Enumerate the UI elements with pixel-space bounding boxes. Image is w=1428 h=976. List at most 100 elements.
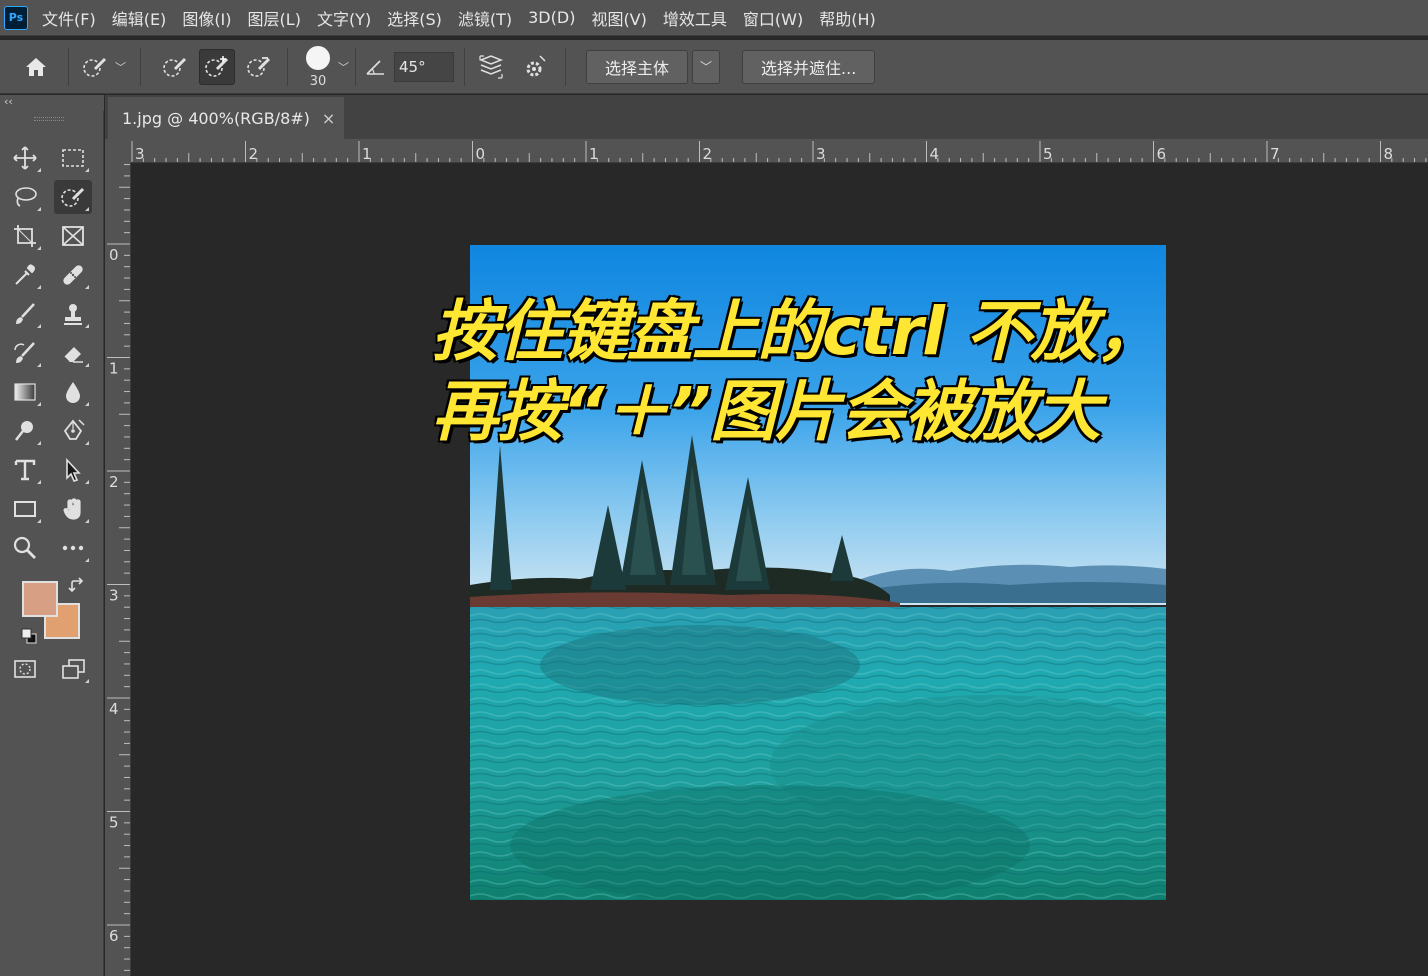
overlay-caption: 按住键盘上的ctrl 不放， 再按“＋”图片会被放大 (431, 292, 1202, 452)
separator (287, 47, 288, 86)
select-subject-dropdown[interactable]: ﹀ (692, 49, 721, 84)
vertical-ruler-ticks: 0 1 2 3 4 5 6 (107, 164, 130, 971)
marquee-tool[interactable] (54, 141, 92, 175)
document-tab[interactable]: 1.jpg @ 400%(RGB/8#) × (108, 97, 344, 139)
rectangle-tool[interactable] (6, 492, 44, 526)
home-icon (26, 57, 46, 76)
separator (565, 47, 566, 86)
crop-tool[interactable] (6, 219, 44, 253)
separator (68, 47, 69, 86)
hand-tool[interactable] (54, 492, 92, 526)
menu-edit[interactable]: 编辑(E) (112, 6, 167, 30)
horizontal-ruler[interactable]: 321012345678 (105, 139, 1428, 163)
sample-all-layers-button[interactable] (473, 49, 509, 85)
history-brush-tool[interactable] (6, 336, 44, 370)
ruler-label: 1 (109, 360, 119, 378)
screen-mode[interactable] (54, 652, 92, 686)
more-tools[interactable] (54, 531, 92, 565)
foreground-color-swatch[interactable] (22, 581, 58, 617)
clone-stamp-tool[interactable] (54, 297, 92, 331)
options-bar: ﹀ 30 ﹀ 45° 选择主体 ﹀ 选择并遮住... (0, 40, 1428, 94)
new-selection-button[interactable] (157, 49, 193, 85)
dodge-tool[interactable] (6, 414, 44, 448)
lasso-tool[interactable] (6, 180, 44, 214)
quick-mask-mode[interactable] (6, 652, 44, 686)
menu-select[interactable]: 选择(S) (387, 6, 442, 30)
subtract-from-selection-button[interactable] (241, 49, 277, 85)
caption-line-1: 按住键盘上的ctrl 不放， (431, 292, 1164, 372)
quick-mask-icon (14, 660, 36, 678)
menu-bar: Ps 文件(F) 编辑(E) 图像(I) 图层(L) 文字(Y) 选择(S) 滤… (0, 0, 1428, 36)
menu-image[interactable]: 图像(I) (182, 6, 231, 30)
select-and-mask-button[interactable]: 选择并遮住... (742, 49, 876, 84)
chevron-down-icon[interactable]: ﹀ (338, 59, 349, 75)
menu-help[interactable]: 帮助(H) (819, 6, 876, 30)
path-selection-tool[interactable] (54, 453, 92, 487)
rectangle-icon (14, 501, 36, 517)
eraser-tool[interactable] (54, 336, 92, 370)
document-tab-bar: 1.jpg @ 400%(RGB/8#) × (105, 95, 1428, 139)
lasso-icon (15, 187, 37, 207)
gear-icon (526, 54, 546, 76)
quick-selection-tool[interactable] (54, 180, 92, 214)
ruler-origin[interactable] (105, 139, 131, 163)
brush-picker[interactable]: 30 (300, 44, 336, 90)
enhance-edge-button[interactable] (517, 49, 553, 85)
healing-brush-tool[interactable] (54, 258, 92, 292)
tool-preset-picker[interactable] (77, 49, 113, 85)
more-icon (62, 545, 84, 551)
frame-tool[interactable] (54, 219, 92, 253)
move-tool[interactable] (6, 141, 44, 175)
menu-window[interactable]: 窗口(W) (743, 6, 803, 30)
document-canvas[interactable] (132, 164, 1428, 976)
ruler-label: 0 (109, 246, 119, 264)
layers-icon (478, 54, 504, 79)
eyedropper-icon (15, 264, 35, 285)
menu-type[interactable]: 文字(Y) (317, 6, 371, 30)
magnifier-icon (13, 536, 36, 559)
menu-filter[interactable]: 滤镜(T) (458, 6, 512, 30)
zoom-tool[interactable] (6, 531, 44, 565)
menu-view[interactable]: 视图(V) (591, 6, 646, 30)
move-icon (13, 146, 37, 170)
eyedropper-tool[interactable] (6, 258, 44, 292)
gradient-tool[interactable] (6, 375, 44, 409)
close-icon[interactable]: × (322, 109, 335, 128)
menu-3d[interactable]: 3D(D) (528, 8, 575, 27)
rectangular-marquee-icon (62, 149, 84, 167)
pen-tool[interactable] (54, 414, 92, 448)
home-button[interactable] (18, 49, 54, 85)
default-colors-icon[interactable] (20, 627, 38, 645)
menu-layer[interactable]: 图层(L) (248, 6, 301, 30)
photoshop-window: Ps 文件(F) 编辑(E) 图像(I) 图层(L) 文字(Y) 选择(S) 滤… (0, 0, 1428, 976)
menu-plugins[interactable]: 增效工具 (663, 6, 727, 30)
eraser-icon (63, 347, 83, 363)
arrow-cursor-icon (66, 457, 81, 482)
menu-file[interactable]: 文件(F) (42, 6, 96, 30)
select-subject-button[interactable]: 选择主体 (586, 49, 689, 84)
gradient-icon (14, 383, 36, 401)
photoshop-logo: Ps (4, 5, 28, 30)
document-tab-title: 1.jpg @ 400%(RGB/8#) (122, 108, 310, 128)
swap-colors-icon[interactable] (68, 577, 86, 595)
panel-grip[interactable] (34, 117, 64, 121)
type-tool[interactable] (6, 453, 44, 487)
add-to-selection-icon (205, 55, 229, 77)
horizontal-ruler-ticks: 321012345678 (131, 141, 1427, 162)
ruler-label: 5 (109, 814, 119, 832)
quick-selection-icon (61, 187, 85, 207)
stamp-icon (64, 304, 82, 325)
water-drop-icon (66, 382, 80, 403)
ruler-label: 2 (109, 473, 119, 491)
brush-tool[interactable] (6, 297, 44, 331)
collapse-icon[interactable]: ‹‹ (4, 95, 13, 108)
pen-icon (63, 419, 85, 440)
crop-icon (14, 225, 36, 247)
angle-field[interactable]: 45° (394, 51, 454, 82)
quick-selection-icon (83, 57, 107, 77)
chevron-down-icon[interactable]: ﹀ (115, 59, 126, 75)
add-to-selection-button[interactable] (199, 48, 235, 85)
blur-tool[interactable] (54, 375, 92, 409)
dodge-icon (15, 421, 33, 441)
vertical-ruler[interactable]: 0 1 2 3 4 5 6 (105, 163, 131, 976)
